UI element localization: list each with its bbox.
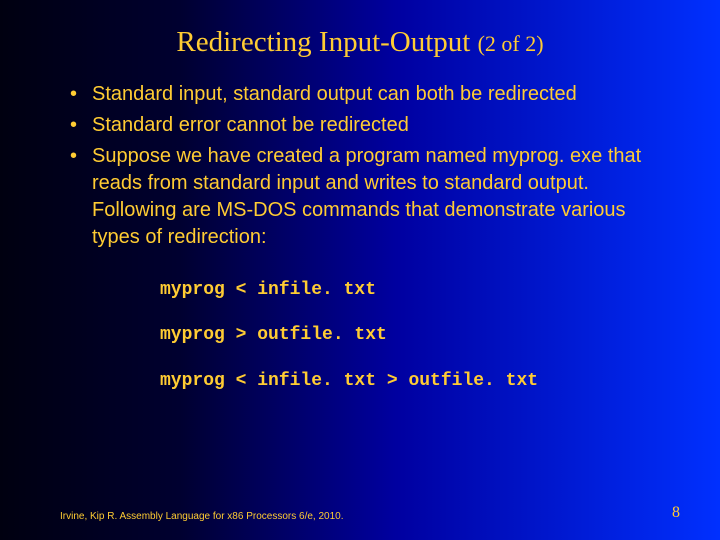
code-line: myprog > outfile. txt: [160, 324, 660, 347]
slide-content: Standard input, standard output can both…: [0, 69, 720, 393]
slide: Redirecting Input-Output (2 of 2) Standa…: [0, 0, 720, 540]
bullet-item: Standard input, standard output can both…: [88, 81, 660, 108]
code-block: myprog < infile. txt myprog > outfile. t…: [60, 279, 660, 393]
title-main: Redirecting Input-Output: [176, 26, 470, 58]
title-sub: (2 of 2): [478, 31, 544, 56]
bullet-item: Suppose we have created a program named …: [88, 143, 660, 251]
slide-title: Redirecting Input-Output (2 of 2): [0, 0, 720, 69]
code-line: myprog < infile. txt > outfile. txt: [160, 370, 660, 393]
bullet-item: Standard error cannot be redirected: [88, 112, 660, 139]
page-number: 8: [672, 504, 680, 522]
bullet-list: Standard input, standard output can both…: [60, 81, 660, 251]
code-line: myprog < infile. txt: [160, 279, 660, 302]
footer-citation: Irvine, Kip R. Assembly Language for x86…: [60, 511, 344, 522]
